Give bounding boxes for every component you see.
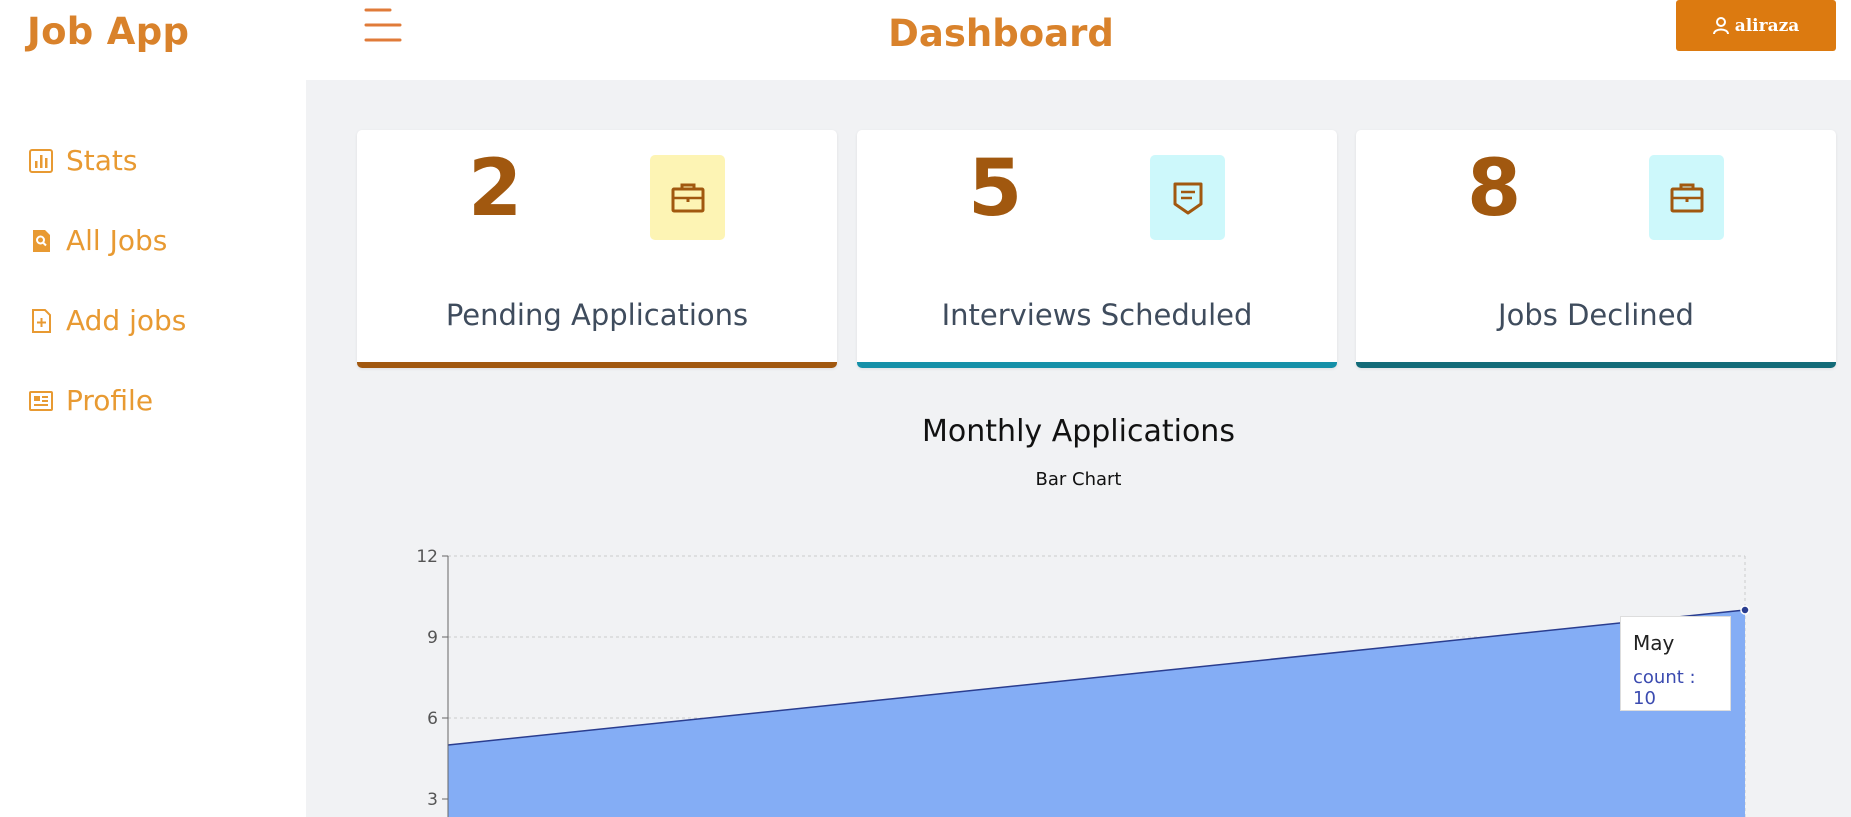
tooltip-label: May	[1633, 631, 1675, 655]
y-tick-label: 9	[427, 628, 438, 648]
sidebar-item-label: All Jobs	[66, 224, 168, 257]
stat-count: 5	[968, 144, 1023, 234]
briefcase-icon	[671, 183, 704, 212]
app-logo[interactable]: Job App	[27, 10, 189, 53]
user-name: aliraza	[1734, 15, 1800, 36]
area-fill	[448, 610, 1745, 817]
stat-card-pending: 2 Pending Applications	[357, 130, 837, 368]
data-point	[1740, 605, 1750, 615]
sidebar-item-label: Profile	[66, 384, 154, 417]
sidebar-item-stats[interactable]: Stats	[28, 144, 137, 177]
user-icon	[1712, 16, 1729, 34]
bar-chart-icon	[28, 148, 54, 174]
badge-icon	[1173, 182, 1202, 214]
y-tick-label: 12	[416, 547, 438, 567]
sidebar-item-profile[interactable]: Profile	[28, 384, 153, 417]
stat-label: Pending Applications	[445, 298, 749, 332]
top-bar: Dashboard aliraza	[306, 0, 1851, 80]
stat-card-interviews: 5 Interviews Scheduled	[857, 130, 1337, 368]
stat-icon-box	[1649, 155, 1724, 240]
stat-icon-box	[650, 155, 725, 240]
y-tick-label: 6	[427, 709, 438, 729]
sidebar-item-all-jobs[interactable]: All Jobs	[28, 224, 167, 257]
sidebar-item-label: Stats	[66, 144, 138, 177]
page-title: Dashboard	[888, 12, 1114, 55]
y-tick-label: 3	[427, 790, 438, 810]
stat-label: Interviews Scheduled	[941, 298, 1253, 332]
search-document-icon	[28, 228, 54, 254]
stat-count: 2	[468, 144, 523, 234]
add-document-icon	[28, 308, 54, 334]
briefcase-icon	[1670, 183, 1703, 212]
tooltip-value: count : 10	[1633, 667, 1696, 709]
id-card-icon	[28, 388, 54, 414]
user-menu-button[interactable]: aliraza	[1676, 0, 1836, 51]
chart-subtitle: Bar Chart	[1035, 469, 1122, 490]
sidebar: Job App Stats All Jobs Add jobs Profile	[0, 0, 306, 817]
sidebar-item-add-jobs[interactable]: Add jobs	[28, 304, 186, 337]
stat-count: 8	[1467, 144, 1522, 234]
stat-accent-bar	[1356, 362, 1836, 368]
chart-tooltip: May count : 10	[1620, 616, 1731, 711]
stat-accent-bar	[357, 362, 837, 368]
stat-accent-bar	[857, 362, 1337, 368]
chart-title: Monthly Applications	[922, 414, 1235, 449]
stat-label: Jobs Declined	[1498, 298, 1694, 332]
stat-icon-box	[1150, 155, 1225, 240]
stat-card-declined: 8 Jobs Declined	[1356, 130, 1836, 368]
sidebar-item-label: Add jobs	[66, 304, 187, 337]
